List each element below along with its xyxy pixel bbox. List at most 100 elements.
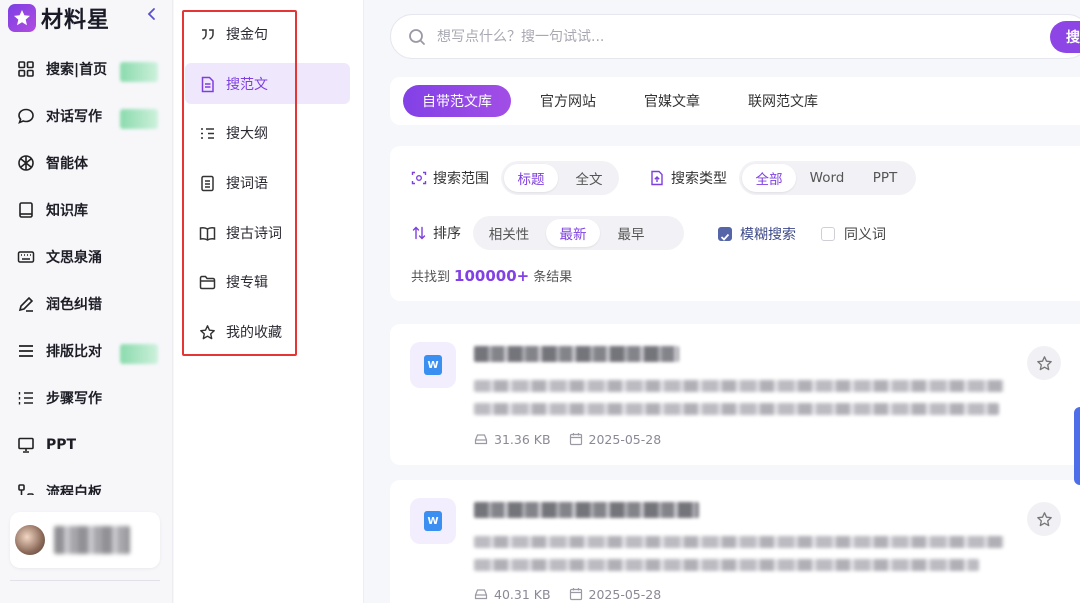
sidebar-item-label: 润色纠错 (46, 297, 102, 313)
synonym-checkbox[interactable] (821, 227, 835, 241)
sidebar-item-ppt[interactable]: PPT (0, 425, 173, 465)
favorite-button[interactable] (1027, 502, 1061, 536)
option-label: 最早 (617, 227, 645, 243)
book-icon (19, 202, 33, 218)
sidebar-item-label: 知识库 (46, 203, 88, 219)
subnav-item-label: 搜古诗词 (226, 226, 282, 242)
app-logo-text: 材料星 (41, 8, 111, 33)
sidebar-item-label: 文思泉涌 (46, 250, 102, 266)
subnav-item-outlines[interactable]: 搜大纲 (199, 121, 268, 145)
tab-label: 联网范文库 (748, 94, 818, 110)
blurred-badge (120, 62, 158, 82)
star-outline-icon (1036, 355, 1052, 370)
sidebar-item-dialog-writing[interactable]: 对话写作 (0, 96, 173, 136)
option-label: PPT (872, 170, 898, 186)
collapse-sidebar-button[interactable] (144, 6, 160, 22)
search-button-label: 搜 (1066, 30, 1080, 46)
main-content: 搜 自带范文库 官方网站 官媒文章 联网范文库 搜索范围 标题 全文 搜索类型 … (365, 0, 1080, 603)
document-icon (201, 76, 214, 92)
search-input[interactable] (437, 28, 997, 45)
source-tabs: 自带范文库 官方网站 官媒文章 联网范文库 (390, 77, 1080, 125)
subnav-item-albums[interactable]: 搜专辑 (199, 270, 268, 294)
blurred-title[interactable] (474, 346, 679, 362)
option-label: 相关性 (488, 227, 530, 243)
favorite-button[interactable] (1027, 346, 1061, 380)
subnav-item-quotes[interactable]: 搜金句 (199, 22, 268, 46)
subnav-item-words[interactable]: 搜词语 (199, 171, 268, 195)
sort-option-newest[interactable]: 最新 (546, 219, 600, 247)
keyboard-icon (17, 251, 35, 263)
sidebar-item-layout-compare[interactable]: 排版比对 (0, 331, 173, 371)
sidebar-divider (10, 580, 160, 581)
sidebar-item-polish[interactable]: 润色纠错 (0, 284, 173, 324)
type-option-ppt[interactable]: PPT (858, 164, 912, 192)
type-option-word[interactable]: Word (800, 164, 854, 192)
subnav-item-label: 搜金句 (226, 27, 268, 43)
tab-online-library[interactable]: 联网范文库 (740, 85, 826, 117)
tab-label: 自带范文库 (422, 94, 492, 110)
star-logo-icon (8, 4, 36, 32)
subnav-item-label: 搜专辑 (226, 275, 268, 291)
type-option-all[interactable]: 全部 (742, 164, 796, 192)
sort-icon (412, 226, 426, 240)
folder-icon (199, 275, 216, 289)
subnav-item-classical-poems[interactable]: 搜古诗词 (199, 221, 282, 245)
sidebar-item-label: 搜索|首页 (46, 62, 108, 78)
sidebar-item-label: 智能体 (46, 156, 88, 172)
outline-icon (201, 127, 214, 139)
file-meta: 31.36 KB 2025-05-28 (474, 431, 661, 447)
star-outline-icon (1036, 511, 1052, 526)
subnav-item-label: 我的收藏 (226, 325, 282, 341)
tab-official-media[interactable]: 官媒文章 (630, 85, 714, 117)
checkmark-icon (720, 233, 730, 241)
search-button[interactable]: 搜 (1050, 21, 1080, 53)
sort-label: 排序 (411, 223, 461, 243)
scope-option-fulltext[interactable]: 全文 (562, 164, 616, 192)
subnav-item-label: 搜大纲 (226, 126, 268, 142)
chevron-left-icon (147, 8, 155, 20)
result-card[interactable]: W 40.31 KB 2025-05-28 (390, 480, 1080, 603)
sidebar-item-inspiration[interactable]: 文思泉涌 (0, 237, 173, 277)
fuzzy-search-label[interactable]: 模糊搜索 (740, 224, 796, 244)
type-label-text: 搜索类型 (671, 171, 727, 187)
lines-icon (19, 345, 33, 357)
sidebar-item-search-home[interactable]: 搜索|首页 (0, 49, 173, 89)
file-meta: 40.31 KB 2025-05-28 (474, 586, 661, 602)
result-card[interactable]: W 31.36 KB 2025-05-28 (390, 324, 1080, 465)
sidebar-item-knowledge-base[interactable]: 知识库 (0, 190, 173, 230)
type-segmented: 全部 Word PPT (739, 161, 916, 195)
file-upload-icon (651, 170, 663, 186)
option-label: 标题 (517, 172, 545, 188)
file-date: 2025-05-28 (588, 586, 662, 602)
synonym-label[interactable]: 同义词 (844, 224, 886, 244)
subnav-item-label: 搜词语 (226, 176, 268, 192)
result-count-number: 100000+ (454, 267, 530, 285)
hard-drive-icon (474, 589, 488, 600)
hard-drive-icon (474, 434, 488, 445)
search-bar[interactable]: 搜 (390, 14, 1080, 59)
sidebar-item-label: 流程白板 (46, 485, 102, 495)
scope-option-title[interactable]: 标题 (504, 164, 558, 192)
tab-builtin-library[interactable]: 自带范文库 (403, 85, 511, 117)
blurred-snippet (474, 536, 1004, 548)
sidebar-item-step-writing[interactable]: 步骤写作 (0, 378, 173, 418)
subnav-item-favorites[interactable]: 我的收藏 (199, 320, 282, 344)
fuzzy-search-checkbox[interactable] (718, 227, 732, 241)
sort-option-oldest[interactable]: 最早 (604, 219, 658, 247)
blurred-title[interactable] (474, 502, 699, 518)
star-icon (200, 324, 215, 339)
sidebar-item-agent[interactable]: 智能体 (0, 143, 173, 183)
word-file-glyph: W (424, 355, 442, 375)
open-book-icon (199, 226, 216, 241)
sidebar-item-label: 对话写作 (46, 109, 102, 125)
user-profile-card[interactable] (10, 512, 160, 568)
sidebar-item-flow-whiteboard[interactable]: 流程白板 (0, 472, 173, 495)
subnav-item-sample-essays[interactable]: 搜范文 (199, 72, 268, 96)
avatar[interactable] (15, 525, 45, 555)
file-size: 31.36 KB (494, 431, 551, 447)
tab-official-sites[interactable]: 官方网站 (526, 85, 610, 117)
sort-option-relevance[interactable]: 相关性 (476, 219, 542, 247)
option-label: 全文 (575, 172, 603, 188)
floating-edge-tab[interactable] (1074, 407, 1080, 485)
chat-bubble-icon (18, 108, 34, 124)
